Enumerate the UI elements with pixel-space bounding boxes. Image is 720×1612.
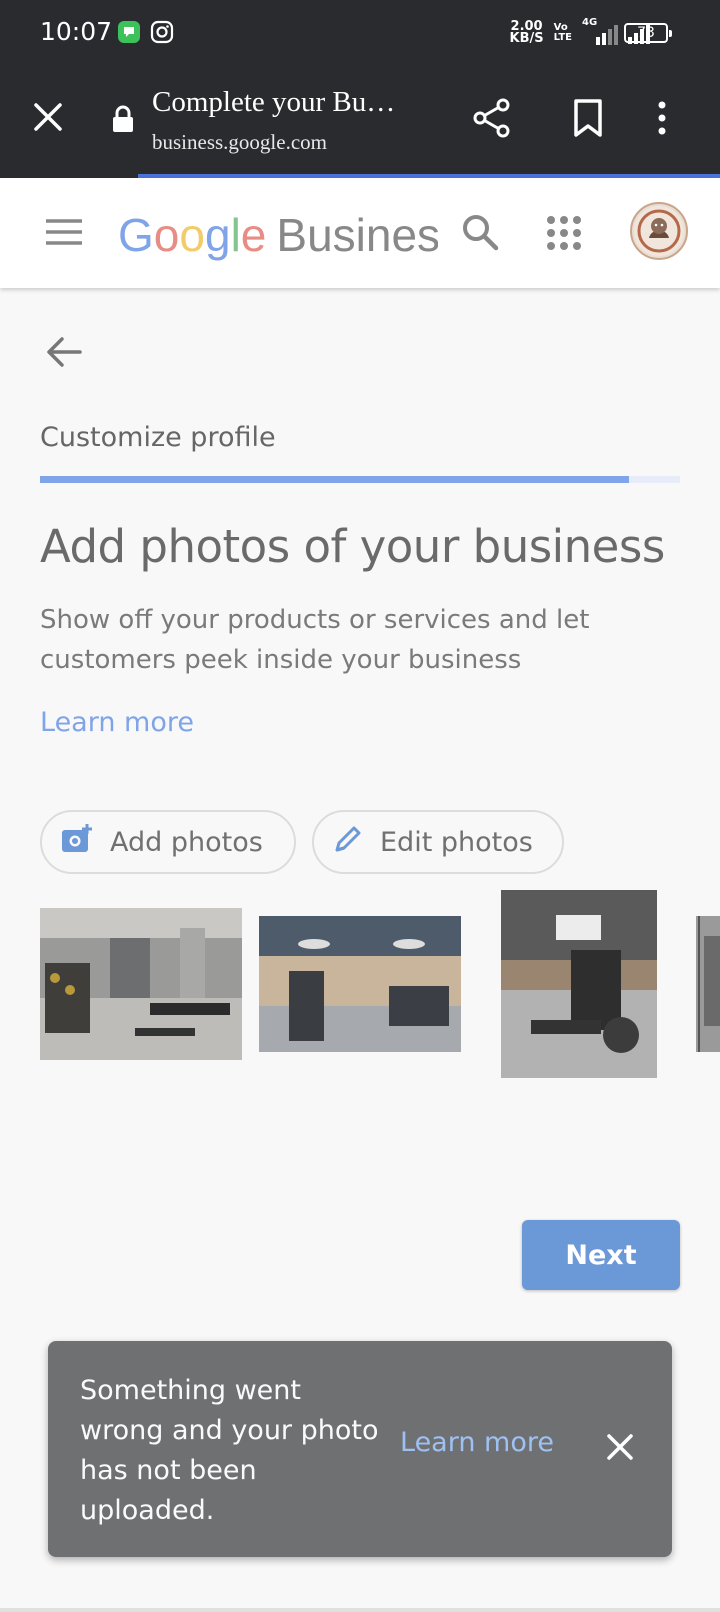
snackbar-message: Something went wrong and your photo has … [80,1375,379,1526]
volte-indicator: Vo LTE [553,22,572,43]
status-bar: 10:07 2.00 KB/S Vo LTE 4G 73 [0,0,720,64]
page-url[interactable]: business.google.com [152,130,327,155]
step-progress-fill [40,476,629,483]
status-time: 10:07 [40,17,113,46]
battery-icon: 73 [624,23,672,43]
share-icon[interactable] [470,96,514,140]
gym-photo-3[interactable] [501,890,657,1078]
search-icon[interactable] [458,210,502,254]
logo-business-text: Business [276,209,438,261]
page-title: Complete your Bu… [152,86,396,118]
more-vert-icon[interactable] [652,96,696,140]
learn-more-link[interactable]: Learn more [40,707,194,738]
app-bar: GoogleBusiness [0,178,720,288]
step-progress-bar [40,476,680,483]
gym-photo-1[interactable] [40,908,242,1060]
message-icon [117,20,141,44]
page-heading: Add photos of your business [40,520,665,573]
add-photos-label: Add photos [110,826,263,858]
add-photo-icon [60,823,110,862]
net-speed: 2.00 KB/S [509,19,544,46]
page-description: Show off your products or services and l… [40,605,590,675]
pencil-icon [332,823,380,862]
lock-icon [110,104,136,134]
add-photos-button[interactable]: Add photos [40,810,296,874]
bookmark-icon[interactable] [566,96,610,140]
avatar[interactable] [630,202,688,260]
edit-photos-label: Edit photos [380,826,533,858]
close-icon[interactable] [28,97,68,137]
apps-icon[interactable] [544,213,584,253]
custom-tab-toolbar: Complete your Bu… business.google.com [0,64,720,178]
instagram-icon [150,20,174,44]
edit-photos-button[interactable]: Edit photos [312,810,564,874]
google-business-logo[interactable]: GoogleBusiness [118,208,438,262]
close-icon[interactable] [600,1427,640,1467]
snackbar-learn-more[interactable]: Learn more [400,1427,554,1458]
step-label: Customize profile [40,422,276,453]
bottom-divider [0,1608,720,1612]
gym-photo-2[interactable] [259,916,461,1052]
error-snackbar: Something went wrong and your photo has … [48,1341,672,1557]
menu-icon[interactable] [44,216,84,248]
signal-icon: 4G [582,17,618,45]
next-button[interactable]: Next [522,1220,680,1290]
gym-photo-4[interactable] [696,916,720,1052]
back-arrow-icon[interactable] [42,330,86,374]
